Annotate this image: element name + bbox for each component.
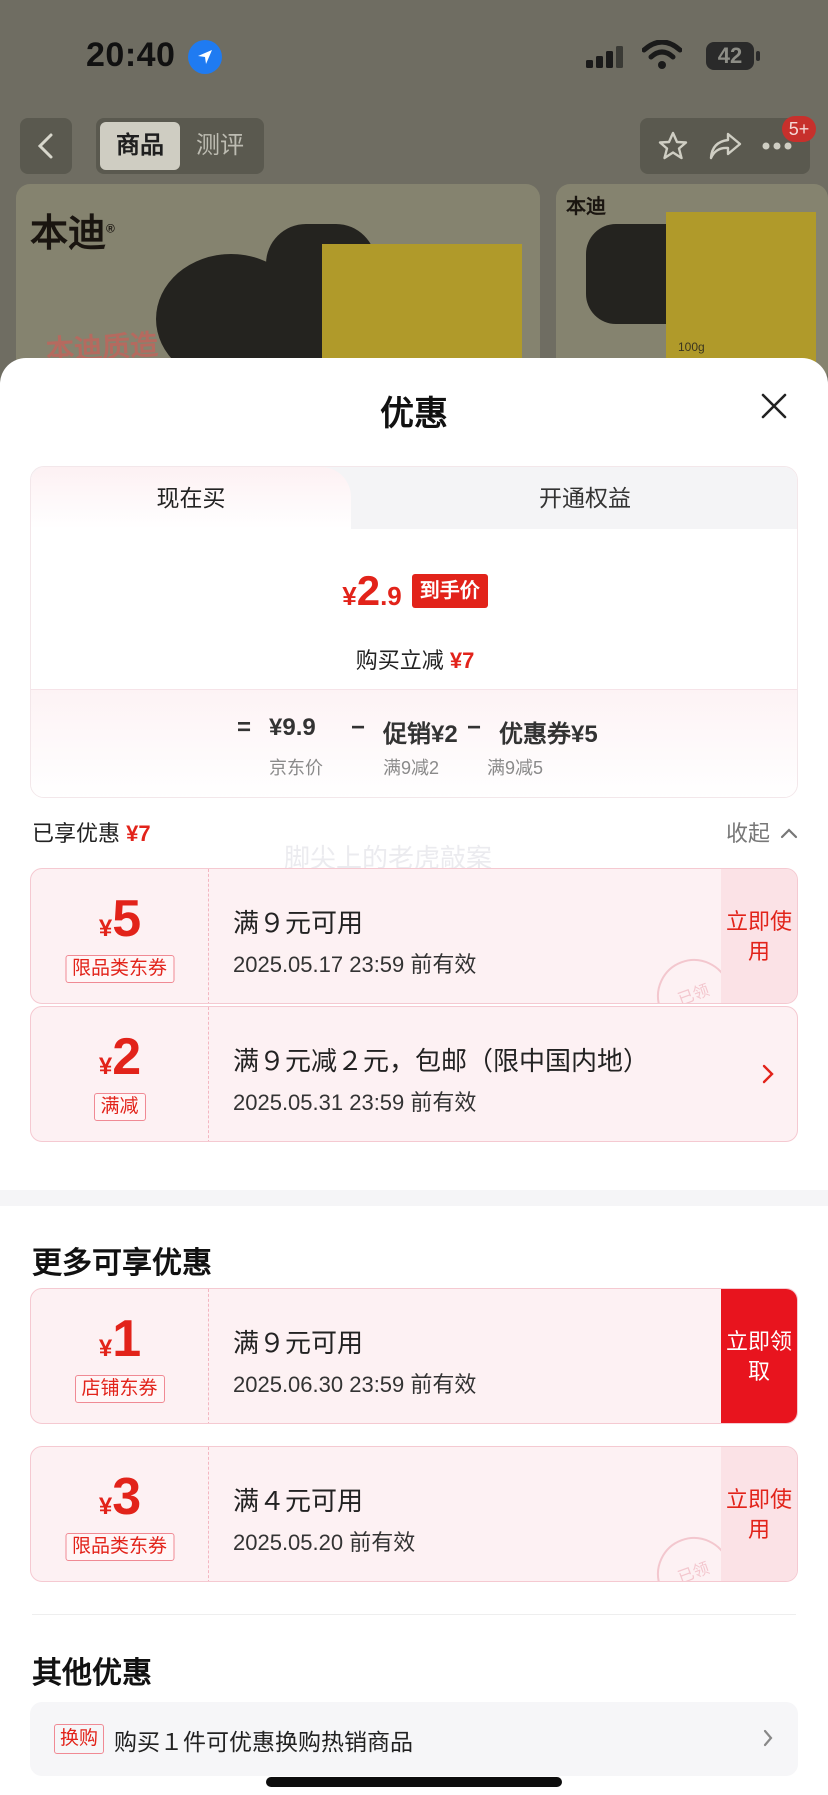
tab-open-rights[interactable]: 开通权益 bbox=[371, 467, 797, 529]
coupon-type-tag: 满减 bbox=[93, 1093, 146, 1121]
more-discounts-title: 更多可享优惠 bbox=[32, 1247, 212, 1280]
status-time: 20:40 bbox=[86, 36, 176, 74]
claim-now-button[interactable]: 立即领取 bbox=[721, 1289, 797, 1423]
final-price-integer: 2 bbox=[356, 567, 381, 614]
product-review-switch: 商品 测评 bbox=[96, 118, 264, 174]
back-button[interactable] bbox=[20, 118, 72, 174]
final-price-currency: ¥ bbox=[342, 581, 357, 611]
breakdown-promo: 促销¥2 bbox=[383, 721, 458, 748]
enjoyed-label: 已享优惠 bbox=[32, 821, 121, 846]
collapse-button[interactable]: 收起 bbox=[726, 816, 798, 848]
breakdown-minus: − bbox=[467, 714, 482, 741]
price-breakdown: = ¥9.9 − 促销¥2 − 优惠券¥5 京东价 满9减2 满9减5 bbox=[31, 689, 797, 797]
coupon-type-tag: 限品类东券 bbox=[64, 1533, 175, 1561]
breakdown-jd-price-label: 京东价 bbox=[269, 758, 323, 778]
coupon-card[interactable]: ¥2 满减 满９元减２元，包邮（限中国内地） 2025.05.31 23:59 … bbox=[30, 1006, 798, 1142]
coupon-amount: ¥1 bbox=[98, 1310, 142, 1368]
coupon-value-block: ¥1 店铺东券 bbox=[31, 1289, 209, 1423]
star-icon[interactable] bbox=[657, 130, 689, 162]
close-icon[interactable] bbox=[756, 388, 792, 424]
coupon-type-tag: 店铺东券 bbox=[74, 1375, 165, 1403]
breakdown-equals: = bbox=[237, 714, 252, 741]
coupon-expiry: 2025.05.20 前有效 bbox=[233, 1530, 416, 1555]
final-price: ¥2.9 到手价 bbox=[31, 567, 797, 615]
brand-logo: 本迪® bbox=[30, 213, 115, 255]
background-page: 20:40 42 商品 测评 5+ 本迪® 本迪质造 本迪 100g bbox=[0, 0, 828, 384]
sheet-title: 优惠 bbox=[380, 395, 448, 433]
brand-logo: 本迪 bbox=[566, 196, 606, 218]
instant-discount-label: 购买立减 bbox=[355, 648, 444, 673]
other-discounts-title: 其他优惠 bbox=[32, 1657, 152, 1690]
breakdown-promo-label: 满9减2 bbox=[383, 758, 440, 778]
coupon-card: ¥5 限品类东券 满９元可用 2025.05.17 23:59 前有效 已领 立… bbox=[30, 868, 798, 1004]
chevron-right-icon bbox=[763, 1729, 773, 1747]
breakdown-coupon-label: 满9减5 bbox=[487, 758, 544, 778]
coupon-sheet: 优惠 现在买 开通权益 ¥2.9 到手价 购买立减 ¥7 = ¥9.9 − 促销¥… bbox=[0, 358, 828, 1795]
tab-buy-now[interactable]: 现在买 bbox=[31, 467, 351, 529]
trade-up-offer-row[interactable]: 换购 购买１件可优惠换购热销商品 bbox=[30, 1702, 798, 1776]
coupon-condition: 满４元可用 bbox=[233, 1486, 364, 1516]
battery-icon: 42 bbox=[706, 42, 760, 70]
coupon-card: ¥1 店铺东券 满９元可用 2025.06.30 23:59 前有效 立即领取 bbox=[30, 1288, 798, 1424]
divider bbox=[32, 1614, 796, 1615]
product-image-secondary[interactable]: 本迪 100g bbox=[556, 184, 828, 384]
location-arrow-icon bbox=[188, 40, 222, 74]
price-tabs: 现在买 开通权益 bbox=[31, 467, 797, 529]
coupon-expiry: 2025.05.17 23:59 前有效 bbox=[233, 952, 477, 977]
final-price-tag: 到手价 bbox=[411, 574, 488, 608]
coupon-type-tag: 限品类东券 bbox=[64, 955, 175, 983]
message-count-badge: 5+ bbox=[782, 116, 816, 142]
breakdown-coupon: 优惠券¥5 bbox=[499, 721, 598, 748]
collapse-label: 收起 bbox=[726, 821, 771, 846]
pack-size-label: 100g bbox=[678, 340, 705, 354]
coupon-condition: 满９元可用 bbox=[233, 1328, 364, 1358]
coupon-amount: ¥3 bbox=[98, 1468, 142, 1526]
tab-review[interactable]: 测评 bbox=[180, 122, 260, 170]
cellular-signal-icon bbox=[586, 46, 623, 68]
coupon-card: ¥3 限品类东券 满４元可用 2025.05.20 前有效 已领 立即使用 bbox=[30, 1446, 798, 1582]
use-now-button[interactable]: 立即使用 bbox=[721, 869, 797, 1003]
coupon-expiry: 2025.06.30 23:59 前有效 bbox=[233, 1372, 477, 1397]
breakdown-minus: − bbox=[351, 714, 366, 741]
trade-up-text: 购买１件可优惠换购热销商品 bbox=[114, 1729, 413, 1755]
wifi-icon bbox=[642, 40, 682, 69]
chevron-up-icon bbox=[781, 828, 798, 839]
trade-up-tag: 换购 bbox=[54, 1724, 105, 1754]
coupon-value-block: ¥5 限品类东券 bbox=[31, 869, 209, 1003]
coupon-value-block: ¥2 满减 bbox=[31, 1007, 209, 1141]
status-bar: 20:40 42 bbox=[0, 0, 828, 110]
coupon-value-block: ¥3 限品类东券 bbox=[31, 1447, 209, 1581]
coupon-amount: ¥5 bbox=[98, 890, 142, 948]
more-icon[interactable] bbox=[761, 141, 793, 151]
price-card: 现在买 开通权益 ¥2.9 到手价 购买立减 ¥7 = ¥9.9 − 促销¥2 −… bbox=[30, 466, 798, 798]
coupon-amount: ¥2 bbox=[98, 1028, 142, 1086]
instant-discount-value: ¥7 bbox=[449, 648, 475, 673]
use-now-button[interactable]: 立即使用 bbox=[721, 1447, 797, 1581]
enjoyed-value: ¥7 bbox=[126, 821, 151, 846]
coupon-expiry: 2025.05.31 23:59 前有效 bbox=[233, 1090, 477, 1115]
product-image-main[interactable]: 本迪® 本迪质造 bbox=[16, 184, 540, 384]
instant-discount: 购买立减 ¥7 bbox=[31, 643, 797, 675]
chevron-right-icon[interactable] bbox=[761, 1063, 775, 1085]
chevron-left-icon bbox=[37, 133, 53, 159]
section-divider bbox=[0, 1190, 828, 1206]
product-nav-bar: 商品 测评 bbox=[0, 118, 828, 178]
coupon-condition: 满９元可用 bbox=[233, 908, 364, 938]
breakdown-jd-price: ¥9.9 bbox=[269, 714, 316, 741]
share-icon[interactable] bbox=[708, 131, 742, 161]
coupon-condition: 满９元减２元，包邮（限中国内地） bbox=[233, 1046, 650, 1076]
tab-product[interactable]: 商品 bbox=[100, 122, 180, 170]
final-price-decimal: .9 bbox=[380, 581, 402, 611]
enjoyed-discount: 已享优惠 ¥7 bbox=[32, 816, 151, 848]
home-indicator[interactable] bbox=[266, 1777, 562, 1787]
